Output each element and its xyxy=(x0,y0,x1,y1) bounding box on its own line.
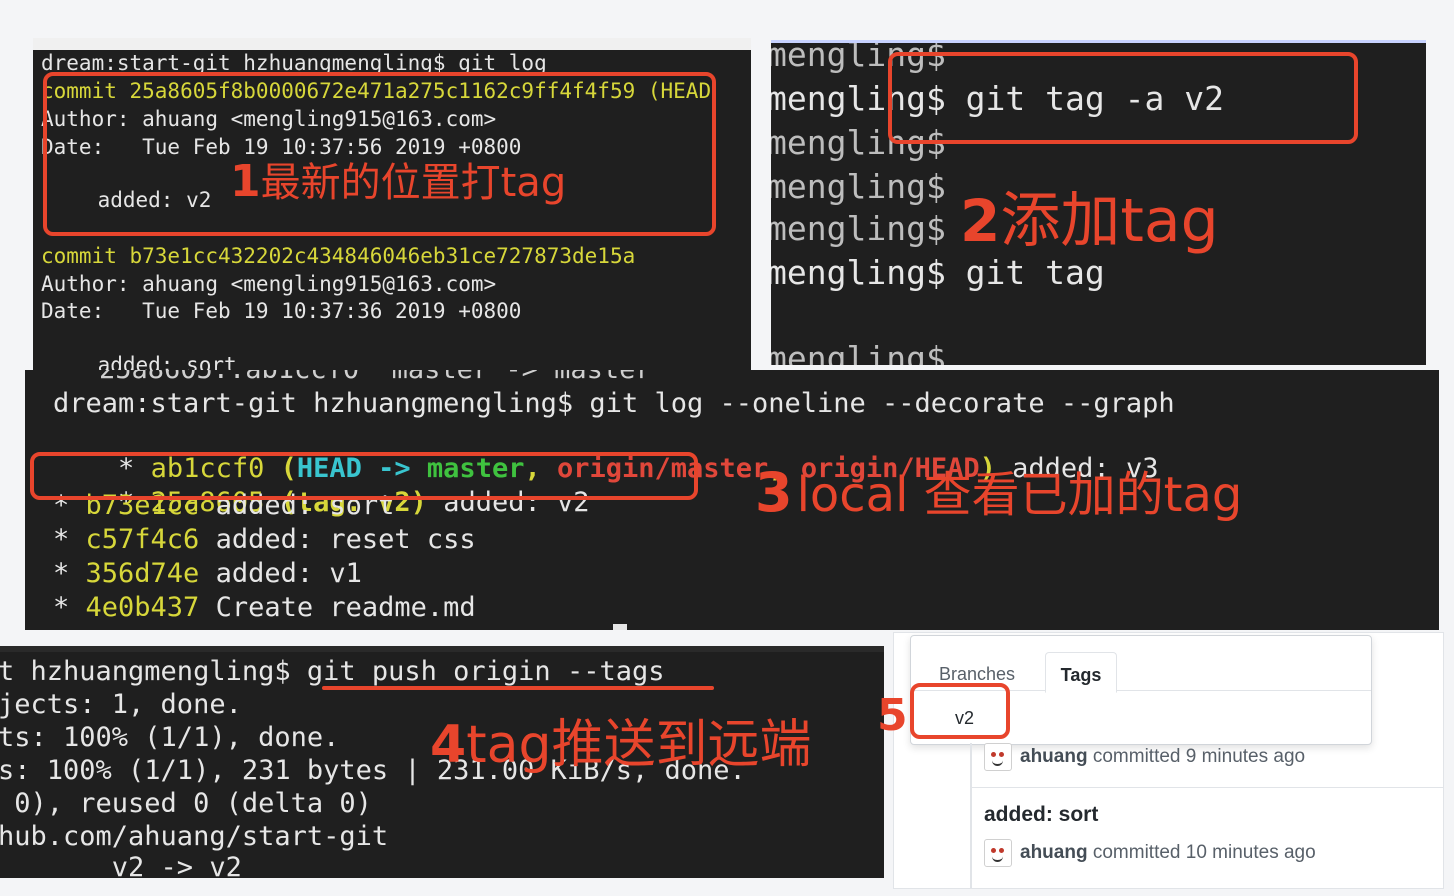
divider xyxy=(970,787,1443,788)
highlight-box-git-tag-a xyxy=(888,52,1358,144)
commit-message: added: reset css xyxy=(199,524,476,555)
graph-row: * 4e0b437 Create readme.md xyxy=(53,592,476,623)
annotation-3: 3local 查看已加的tag xyxy=(755,455,1242,525)
annotation-text: tag推送到远端 xyxy=(466,715,812,775)
annotation-number: 2 xyxy=(960,187,1001,255)
highlight-box-tag-v2-row xyxy=(30,452,698,500)
commit-author[interactable]: ahuang xyxy=(1020,746,1088,767)
commit-time: committed 10 minutes ago xyxy=(1087,842,1316,864)
terminal-line: mengling$ xyxy=(771,167,946,206)
commit-message: Create readme.md xyxy=(199,592,476,623)
commit-hash: c57f4c6 xyxy=(85,524,200,555)
terminal-line: 0), reused 0 (delta 0) xyxy=(0,788,372,819)
tab-tags-label: Tags xyxy=(1060,665,1102,685)
commit-title[interactable]: added: sort xyxy=(984,803,1098,827)
commit-row: ahuang committed 9 minutes ago xyxy=(984,743,1305,771)
annotation-number: 1 xyxy=(230,156,261,207)
commit-message: added: v1 xyxy=(199,558,362,589)
avatar xyxy=(984,839,1012,867)
tab-branches[interactable]: Branches xyxy=(939,664,1015,685)
terminal-line: mengling$ xyxy=(771,339,946,365)
annotation-5: 5 xyxy=(877,690,908,741)
date-line: Date: Tue Feb 19 10:37:36 2019 +0800 xyxy=(41,299,522,323)
highlight-box-tag-v2 xyxy=(910,683,1010,739)
terminal-line: v2 -> v2 xyxy=(0,852,242,878)
terminal-line: ts: 100% (1/1), done. xyxy=(0,722,340,753)
terminal-line: hub.com/ahuang/start-git xyxy=(0,821,389,852)
commit-message-line: added: sort xyxy=(47,353,237,370)
commit-hash-line: commit b73e1cc432202c434846046eb31ce7278… xyxy=(41,244,636,268)
git-push-tags-command: t hzhuangmengling$ git push origin --tag… xyxy=(0,656,665,687)
commit-time: committed 9 minutes ago xyxy=(1087,746,1306,768)
terminal-line: 25a8605..ab1ccf0 master -> master xyxy=(99,370,652,385)
underline-git-push-command xyxy=(322,686,714,690)
annotation-text: local 查看已加的tag xyxy=(796,467,1243,523)
graph-row: * c57f4c6 added: reset css xyxy=(53,524,476,555)
annotation-4: 4tag推送到远端 xyxy=(430,702,811,777)
commit-hash: 4e0b437 xyxy=(85,592,200,623)
annotation-text: 最新的位置打tag xyxy=(260,160,567,206)
commit-hash: 356d74e xyxy=(85,558,200,589)
terminal-cursor xyxy=(613,624,627,630)
annotation-text: 添加tag xyxy=(1000,186,1219,256)
timeline-line xyxy=(970,743,972,888)
annotation-2: 2添加tag xyxy=(960,172,1219,259)
graph-row: * 356d74e added: v1 xyxy=(53,558,362,589)
tab-tags[interactable]: Tags xyxy=(1045,652,1117,693)
commit-row: ahuang committed 10 minutes ago xyxy=(984,839,1316,867)
terminal-line: mengling$ xyxy=(771,209,946,248)
annotation-1: 1最新的位置打tag xyxy=(230,150,566,208)
terminal-line: jects: 1, done. xyxy=(0,689,242,720)
github-tags-panel: Branches Tags v2 ahuang committed 9 minu… xyxy=(893,632,1444,889)
commit-author[interactable]: ahuang xyxy=(1020,842,1088,863)
annotation-number: 3 xyxy=(755,461,793,524)
annotation-number: 4 xyxy=(430,715,467,775)
git-log-oneline-command: dream:start-git hzhuangmengling$ git log… xyxy=(53,388,1175,419)
avatar xyxy=(984,743,1012,771)
author-line: Author: ahuang <mengling915@163.com> xyxy=(41,272,497,296)
